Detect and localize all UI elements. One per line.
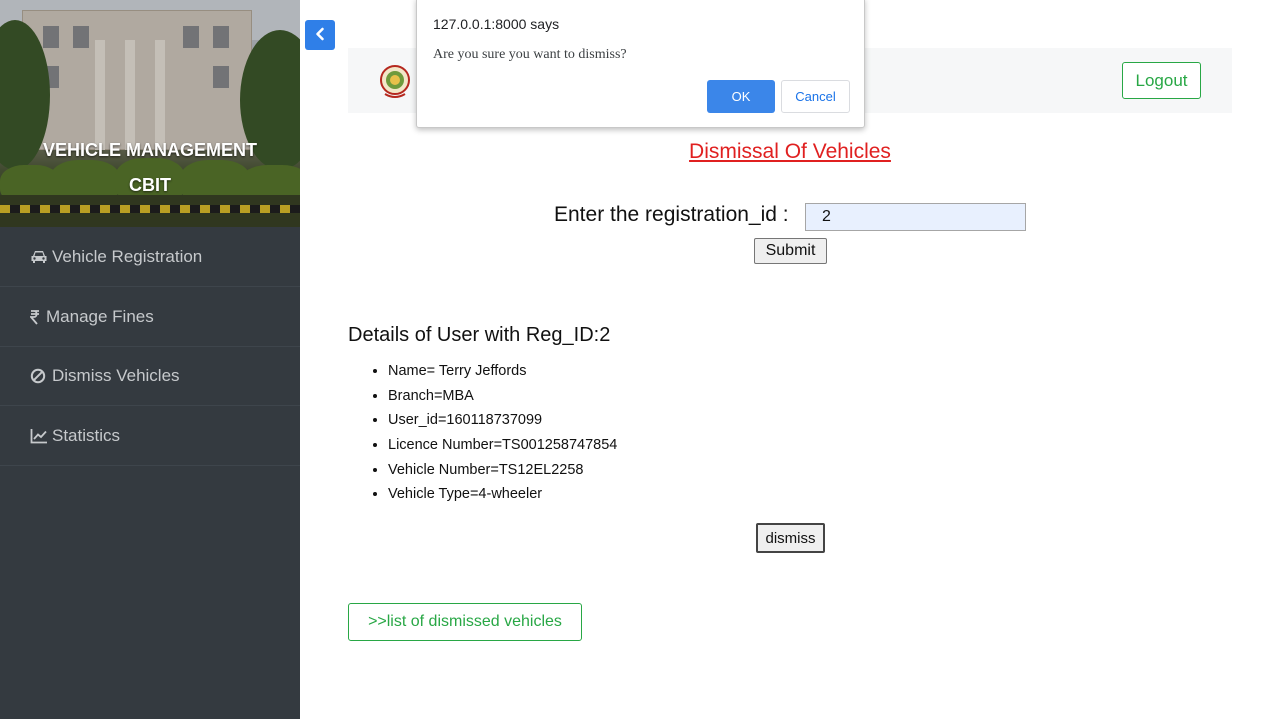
submit-button[interactable]: Submit (754, 238, 827, 264)
registration-id-input[interactable]: 2 (805, 203, 1026, 231)
chevron-left-icon (314, 26, 326, 45)
ban-icon (30, 368, 48, 384)
dismissed-vehicles-link[interactable]: >>list of dismissed vehicles (348, 603, 582, 641)
page-title: Dismissal Of Vehicles (689, 140, 891, 163)
dismiss-button[interactable]: dismiss (756, 523, 825, 553)
details-title: Details of User with Reg_ID:2 (348, 324, 611, 346)
sidebar: VEHICLE MANAGEMENT CBIT Vehicle Registra… (0, 0, 300, 719)
app-title-line1: VEHICLE MANAGEMENT (42, 140, 257, 160)
sidebar-item-label: Statistics (52, 425, 121, 445)
dialog-message: Are you sure you want to dismiss? (433, 47, 627, 62)
detail-vehicle-type: Vehicle Type=4-wheeler (388, 483, 617, 508)
user-details-list: Name= Terry Jeffords Branch=MBA User_id=… (388, 360, 617, 508)
detail-branch: Branch=MBA (388, 385, 617, 410)
sidebar-item-label: Dismiss Vehicles (52, 365, 180, 385)
sidebar-item-vehicle-registration[interactable]: Vehicle Registration (0, 227, 300, 287)
college-logo (379, 63, 411, 101)
sidebar-item-dismiss-vehicles[interactable]: Dismiss Vehicles (0, 346, 300, 406)
app-title: VEHICLE MANAGEMENT CBIT (0, 133, 300, 203)
sidebar-item-statistics[interactable]: Statistics (0, 406, 300, 466)
dialog-title: 127.0.0.1:8000 says (433, 16, 560, 32)
dialog-ok-button[interactable]: OK (707, 80, 775, 113)
sidebar-item-manage-fines[interactable]: Manage Fines (0, 287, 300, 347)
line-chart-icon (30, 428, 48, 444)
confirm-dialog: 127.0.0.1:8000 says Are you sure you wan… (416, 0, 865, 128)
sidebar-banner: VEHICLE MANAGEMENT CBIT (0, 0, 300, 227)
sidebar-toggle-button[interactable] (305, 20, 335, 50)
sidebar-item-label: Manage Fines (46, 306, 154, 326)
detail-vehicle-number: Vehicle Number=TS12EL2258 (388, 459, 617, 484)
detail-licence-number: Licence Number=TS001258747854 (388, 434, 617, 459)
detail-name: Name= Terry Jeffords (388, 360, 617, 385)
logout-button[interactable]: Logout (1122, 62, 1201, 99)
sidebar-item-label: Vehicle Registration (52, 246, 203, 266)
car-icon (30, 249, 48, 265)
dialog-cancel-button[interactable]: Cancel (781, 80, 850, 113)
detail-user-id: User_id=160118737099 (388, 409, 617, 434)
rupee-icon (30, 309, 42, 325)
app-title-line2: CBIT (129, 175, 171, 195)
registration-id-label: Enter the registration_id : (554, 203, 789, 226)
